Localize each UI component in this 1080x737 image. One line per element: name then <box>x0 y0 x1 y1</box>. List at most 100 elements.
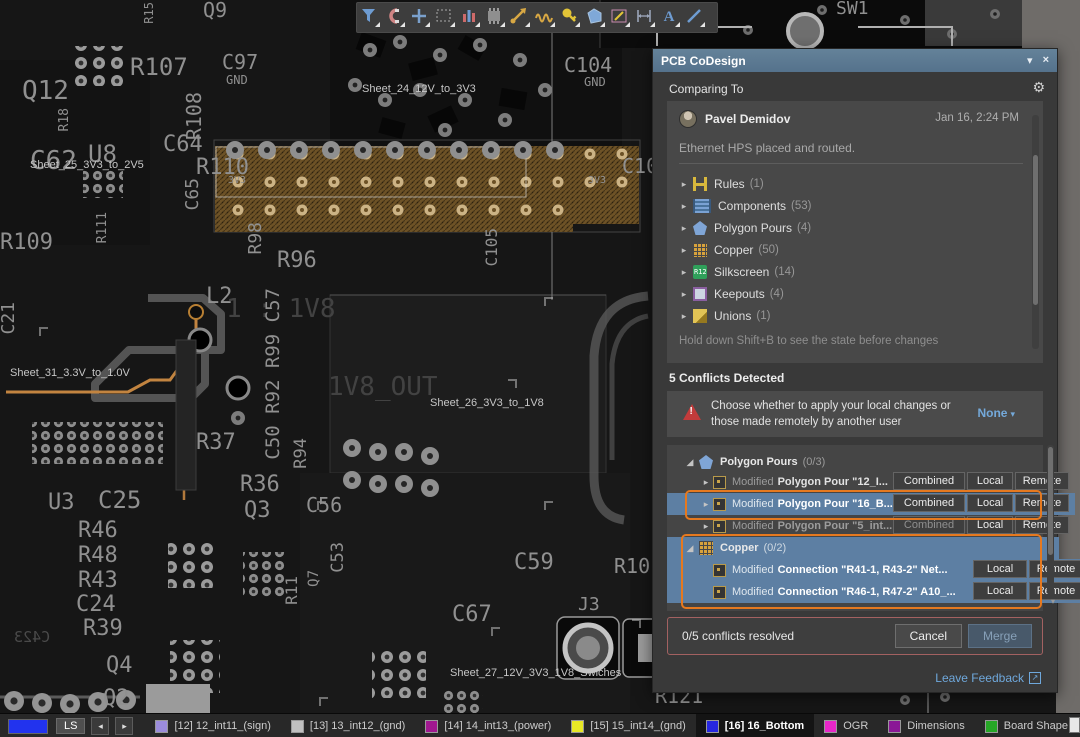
tree-item-count: (14) <box>774 266 794 278</box>
line-icon[interactable] <box>688 10 705 27</box>
remote-button[interactable]: Remote <box>1015 472 1069 490</box>
layer-tab--14-14_int13_(power)[interactable]: [14] 14_int13_(power) <box>415 714 561 737</box>
combined-button[interactable]: Combined <box>893 494 965 512</box>
collapsed-arrow-icon: ▸ <box>677 223 691 234</box>
gear-icon[interactable]: ⚙ <box>1032 82 1045 96</box>
tree-item-keepouts[interactable]: ▸Keepouts(4) <box>677 283 1025 305</box>
conflict-row[interactable]: ▸ ModifiedPolygon Pour "12_I... Combined… <box>667 471 1075 493</box>
tree-item-copper[interactable]: ▸Copper(50) <box>677 239 1025 261</box>
layer-sets-button[interactable]: LS <box>56 718 85 734</box>
collapsed-arrow-icon: ▸ <box>677 179 691 190</box>
meander-icon[interactable] <box>536 15 555 28</box>
current-layer-swatch[interactable] <box>8 719 48 734</box>
remote-button[interactable]: Remote <box>1015 516 1069 534</box>
tree-item-unions[interactable]: ▸Unions(1) <box>677 305 1025 327</box>
layer-color-swatch <box>425 720 438 733</box>
expanded-arrow-icon: ◢ <box>683 457 697 468</box>
copper-icon <box>699 541 713 555</box>
component-icon[interactable] <box>488 8 505 27</box>
layer-tab--13-13_int12_(gnd)[interactable]: [13] 13_int12_(gnd) <box>281 714 415 737</box>
polygon-pour-icon[interactable] <box>588 9 605 27</box>
slice-icon[interactable] <box>612 10 630 27</box>
tree-item-label: Keepouts <box>714 287 765 301</box>
tree-item-silkscreen[interactable]: ▸Silkscreen(14) <box>677 261 1025 283</box>
desktop-edge <box>1056 0 1080 713</box>
layer-tab--12-12_int11_(sign)[interactable]: [12] 12_int11_(sign) <box>145 714 280 737</box>
tree-item-count: (53) <box>791 200 811 212</box>
pcb-codesign-panel: PCB CoDesign ▾ × Comparing To ⚙ Pavel De… <box>652 48 1058 693</box>
modified-icon <box>713 564 726 577</box>
layer-tab-board-shape[interactable]: Board Shape <box>975 714 1078 737</box>
cancel-button[interactable]: Cancel <box>895 624 962 648</box>
scrollbar[interactable] <box>1032 115 1039 349</box>
modified-icon <box>713 520 726 533</box>
panel-title-bar[interactable]: PCB CoDesign ▾ × <box>653 49 1057 72</box>
remote-button[interactable]: Remote <box>1015 494 1069 512</box>
conflict-row-selected[interactable]: ModifiedConnection "R46-1, R47-2" A10_..… <box>667 581 1080 603</box>
layer-color-swatch <box>571 720 584 733</box>
scroll-right-icon[interactable]: ▸ <box>115 717 133 735</box>
filter-icon[interactable] <box>362 9 380 27</box>
text-icon[interactable]: A <box>664 9 680 27</box>
route-icon[interactable] <box>511 8 531 27</box>
measure-icon[interactable] <box>638 10 655 27</box>
conflict-row-selected[interactable]: ▸ ModifiedPolygon Pour "16_B... Combined… <box>667 493 1075 515</box>
conflicts-resolved-status: 0/5 conflicts resolved <box>682 629 794 643</box>
scrollbar[interactable] <box>1047 445 1054 595</box>
conflict-group-polygon-pours[interactable]: ◢ Polygon Pours (0/3) <box>667 451 1059 473</box>
conflict-row-selected[interactable]: ModifiedConnection "R41-1, R43-2" Net...… <box>667 559 1080 581</box>
collapsed-arrow-icon: ▸ <box>699 477 713 488</box>
layer-tab-label: [14] 14_int13_(power) <box>444 720 551 732</box>
chevron-down-icon: ▾ <box>1010 409 1015 419</box>
scroll-down-icon[interactable]: ▾ <box>1051 597 1055 606</box>
layer-tab--15-15_int14_(gnd)[interactable]: [15] 15_int14_(gnd) <box>561 714 695 737</box>
tree-item-rules[interactable]: ▸Rules(1) <box>677 173 1025 195</box>
shift-b-hint: Hold down Shift+B to see the state befor… <box>679 335 938 347</box>
comment-author: Pavel Demidov <box>705 112 790 126</box>
conflict-group-copper[interactable]: ◢ Copper (0/2) <box>667 537 1059 559</box>
tree-item-label: Components <box>718 199 786 213</box>
layer-color-swatch <box>155 720 168 733</box>
copper-icon <box>693 243 707 257</box>
layer-tab-label: [15] 15_int14_(gnd) <box>590 720 685 732</box>
panel-close-icon[interactable]: × <box>1043 54 1049 67</box>
scroll-left-icon[interactable]: ◂ <box>91 717 109 735</box>
remote-button[interactable]: Remote <box>1029 560 1080 578</box>
comment-date: Jan 16, 2:24 PM <box>935 112 1019 124</box>
conflict-footer: 0/5 conflicts resolved Cancel Merge <box>667 617 1043 655</box>
layer-color-swatch <box>985 720 998 733</box>
columns-icon[interactable] <box>463 10 480 27</box>
collapsed-arrow-icon: ▸ <box>677 245 691 256</box>
combined-button[interactable]: Combined <box>893 472 965 490</box>
combined-button[interactable]: Combined <box>893 516 965 534</box>
move-icon[interactable] <box>412 9 430 27</box>
silkscreen-icon <box>693 265 707 279</box>
tree-item-polygon-pours[interactable]: ▸Polygon Pours(4) <box>677 217 1025 239</box>
layer-tab-label: Board Shape <box>1004 720 1068 732</box>
layer-tab--16-16_bottom[interactable]: [16] 16_Bottom <box>696 714 814 737</box>
components-icon <box>693 199 711 213</box>
collapsed-arrow-icon: ▸ <box>677 289 691 300</box>
layer-tab-dimensions[interactable]: Dimensions <box>878 714 974 737</box>
warning-text: Choose whether to apply your local chang… <box>711 398 963 430</box>
local-button[interactable]: Local <box>967 516 1013 534</box>
panel-dropdown-icon[interactable]: ▾ <box>1027 54 1033 67</box>
local-button[interactable]: Local <box>967 494 1013 512</box>
local-button[interactable]: Local <box>973 582 1027 600</box>
local-button[interactable]: Local <box>967 472 1013 490</box>
comparison-summary-card: Pavel Demidov Jan 16, 2:24 PM Ethernet H… <box>667 101 1043 363</box>
merge-button[interactable]: Merge <box>968 624 1032 648</box>
conflict-row[interactable]: ▸ ModifiedPolygon Pour "5_int... Combine… <box>667 515 1075 537</box>
select-area-icon[interactable] <box>437 10 455 27</box>
local-button[interactable]: Local <box>973 560 1027 578</box>
leave-feedback-link[interactable]: Leave Feedback ↗ <box>935 671 1041 685</box>
rules-icon <box>693 177 707 191</box>
layer-tab-bar: LS ◂ ▸ [12] 12_int11_(sign)[13] 13_int12… <box>0 713 1080 737</box>
apply-all-dropdown[interactable]: None▾ <box>977 406 1015 420</box>
fanout-icon[interactable] <box>563 9 581 28</box>
modified-icon <box>713 498 726 511</box>
tree-item-components[interactable]: ▸Components(53) <box>677 195 1025 217</box>
magnet-icon[interactable] <box>391 9 405 27</box>
grid-corner-box <box>1069 717 1080 733</box>
layer-tab-ogr[interactable]: OGR <box>814 714 878 737</box>
